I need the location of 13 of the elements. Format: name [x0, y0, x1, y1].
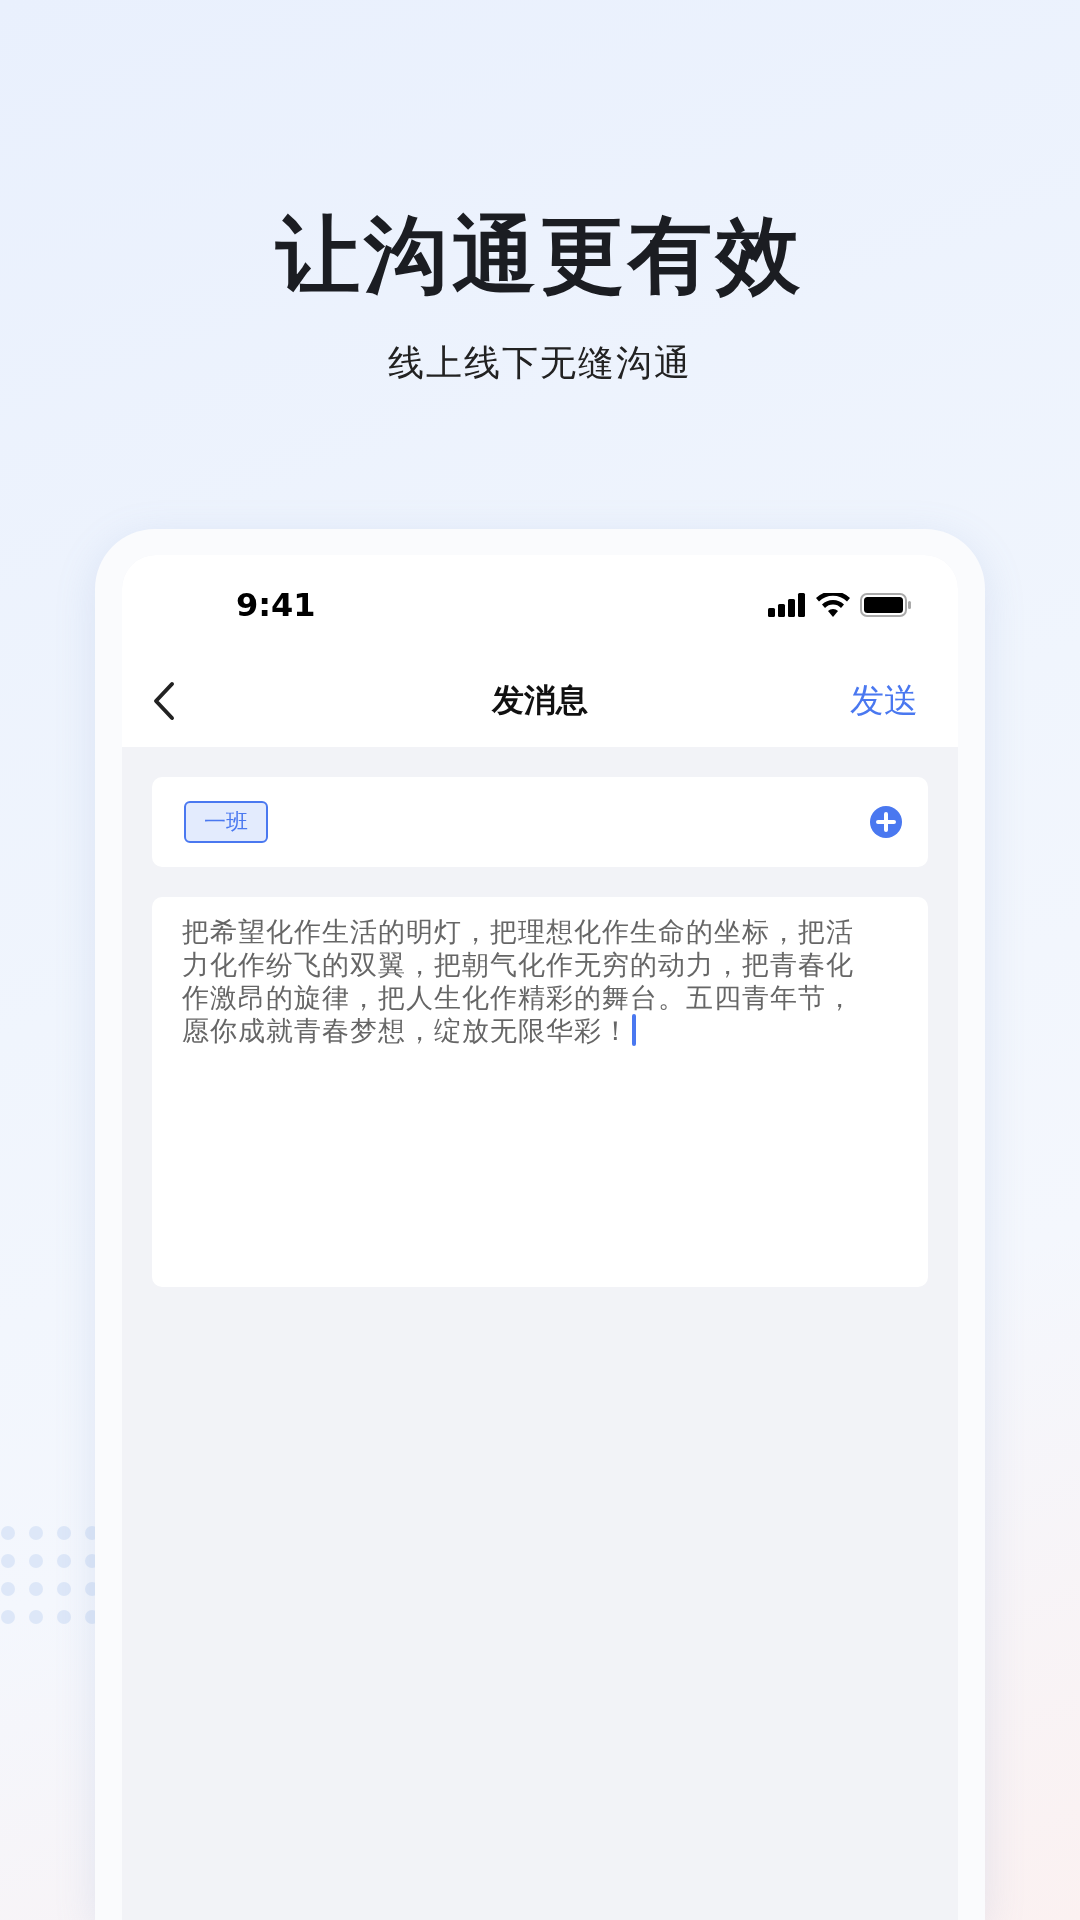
add-icon[interactable]: [870, 806, 902, 838]
message-field[interactable]: 把希望化作生活的明灯，把理想化作生命的坐标，把活力化作纷飞的双翼，把朝气化作无穷的动力，把青春化作激昂的旋律，把人生化作精彩的舞台。五四青年节，愿你成就青春梦想，绽放无限华彩！: [152, 897, 928, 1287]
wifi-icon: [816, 593, 850, 617]
subtitle: 线上线下无缝沟通: [388, 341, 692, 385]
screen-title: 发消息: [492, 680, 588, 721]
send-button[interactable]: 发送: [850, 678, 918, 724]
battery-icon: [860, 593, 912, 617]
signal-icon: [768, 593, 806, 617]
back-icon[interactable]: [152, 681, 176, 721]
recipient-tag[interactable]: 一班: [184, 801, 268, 843]
status-time: 9:41: [236, 586, 316, 624]
message-text: 把希望化作生活的明灯，把理想化作生命的坐标，把活力化作纷飞的双翼，把朝气化作无穷的动力，把青春化作激昂的旋律，把人生化作精彩的舞台。五四青年节，愿你成就青春梦想，绽放无限华彩！: [182, 916, 854, 1046]
headline: 让沟通更有效: [276, 205, 804, 305]
